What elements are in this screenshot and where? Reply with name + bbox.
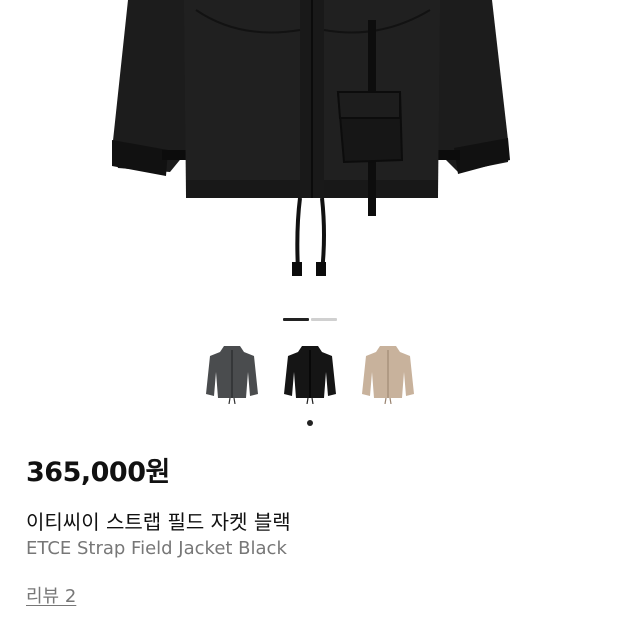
carousel-indicator-active[interactable] bbox=[283, 318, 309, 321]
color-option-charcoal[interactable] bbox=[204, 342, 260, 405]
review-link[interactable]: 리뷰 2 bbox=[26, 582, 76, 608]
jacket-thumbnail-icon bbox=[206, 346, 258, 405]
jacket-thumbnail-icon bbox=[362, 346, 414, 405]
color-options bbox=[0, 342, 620, 408]
jacket-thumbnail-icon bbox=[284, 346, 336, 405]
product-price: 365,000원 bbox=[26, 457, 170, 488]
jacket-illustration bbox=[112, 0, 510, 276]
carousel-indicator bbox=[0, 318, 620, 322]
carousel-indicator-inactive[interactable] bbox=[311, 318, 337, 321]
color-option-beige[interactable] bbox=[360, 342, 416, 405]
product-main-image[interactable] bbox=[0, 0, 620, 300]
selected-color-marker bbox=[307, 420, 313, 426]
product-name-korean: 이티씨이 스트랩 필드 자켓 블랙 bbox=[26, 510, 291, 534]
color-option-black[interactable] bbox=[282, 342, 338, 405]
product-name-english: ETCE Strap Field Jacket Black bbox=[26, 538, 287, 559]
